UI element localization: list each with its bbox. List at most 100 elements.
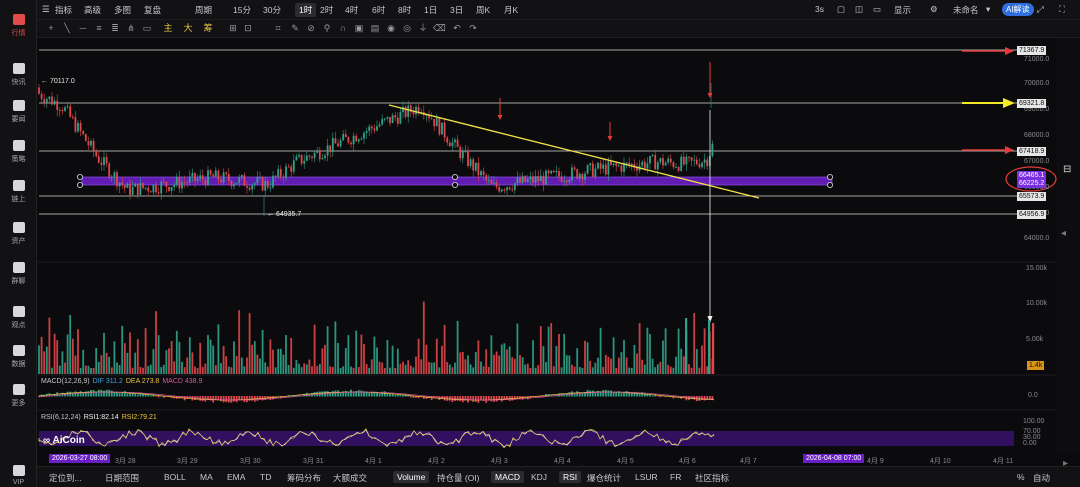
rect-tool-icon[interactable]: ▭: [141, 23, 153, 34]
date-range-button[interactable]: 日期范围: [105, 472, 139, 484]
indicators-button[interactable]: 指标: [55, 4, 72, 16]
interval-tab[interactable]: 2时: [320, 4, 333, 16]
sidebar-item-8[interactable]: 观点: [0, 306, 37, 346]
interval-tab[interactable]: 1日: [424, 4, 437, 16]
interval-tab[interactable]: 月K: [504, 4, 518, 16]
camera-snap-icon[interactable]: ◉: [385, 23, 397, 34]
pen-icon[interactable]: ✎: [289, 23, 301, 34]
ruler-icon[interactable]: ⊞: [227, 23, 239, 34]
channel-tool-icon[interactable]: ≡: [93, 23, 105, 34]
volume-bar: [240, 357, 243, 374]
indicator-tab[interactable]: Volume: [393, 471, 430, 483]
chip-tool-icon[interactable]: 筹: [202, 23, 214, 34]
indicator-tab[interactable]: 爆仓统计: [587, 472, 621, 484]
indicator-tab[interactable]: MA: [200, 472, 213, 482]
interval-tab[interactable]: 30分: [263, 4, 281, 16]
crop-icon[interactable]: ⌗: [272, 23, 284, 34]
big-tool-icon[interactable]: 大: [182, 23, 194, 34]
screenshot-icon[interactable]: ▢: [837, 4, 845, 15]
sidebar-toggle-icon[interactable]: ☰: [42, 4, 50, 15]
panel-toggle-icon[interactable]: ⊟: [1063, 164, 1071, 175]
indicator-tab[interactable]: TD: [260, 472, 271, 482]
multi-chart-button[interactable]: 多图: [114, 4, 131, 16]
lock-icon[interactable]: ▣: [353, 23, 365, 34]
hline-tool-icon[interactable]: ─: [77, 23, 89, 34]
redo-icon[interactable]: ↷: [467, 23, 479, 34]
sidebar-item-7[interactable]: 群聊: [0, 262, 37, 302]
indicator-tab[interactable]: 筹码分布: [287, 472, 321, 484]
indicator-tab[interactable]: 持仓量 (OI): [437, 472, 480, 484]
refresh-rate[interactable]: 3s: [815, 4, 824, 14]
layout-icon[interactable]: ▭: [873, 4, 881, 15]
indicator-tab[interactable]: MACD: [491, 471, 525, 483]
measure-icon[interactable]: ⊘: [305, 23, 317, 34]
volume-bar: [103, 332, 105, 374]
sidebar-item-2[interactable]: 快讯: [0, 63, 37, 103]
indicator-tab[interactable]: KDJ: [531, 472, 547, 482]
auto-scale-toggle[interactable]: 自动: [1033, 472, 1050, 484]
undo-icon[interactable]: ↶: [451, 23, 463, 34]
line-tool-icon[interactable]: ╲: [61, 23, 73, 34]
volume-bar: [649, 334, 651, 374]
volume-bar: [134, 352, 137, 374]
sidebar-item-10[interactable]: 更多: [0, 384, 37, 424]
advanced-button[interactable]: 高级: [84, 4, 101, 16]
indicator-tab[interactable]: FR: [670, 472, 681, 482]
volume-bar: [253, 341, 256, 374]
volume-bar: [485, 349, 488, 374]
display-button[interactable]: 显示: [894, 4, 911, 16]
pitchfork-tool-icon[interactable]: ⋔: [125, 23, 137, 34]
time-axis[interactable]: 2026-03-27 08:00 2026-04-08 07:00 3月 28 3月 …: [37, 453, 1057, 466]
settings-icon[interactable]: ⚙: [930, 4, 938, 15]
interval-tab[interactable]: 4时: [345, 4, 358, 16]
indicator-tab[interactable]: 大额成交: [333, 472, 367, 484]
trash-icon[interactable]: ⌫: [433, 23, 446, 34]
candle-body: [43, 98, 46, 103]
sidebar-item-4[interactable]: 策略: [0, 140, 37, 180]
interval-tab[interactable]: 周K: [476, 4, 490, 16]
collapse-left-icon[interactable]: ◂: [1061, 228, 1066, 239]
cursor-icon[interactable]: +: [45, 23, 57, 34]
fib-tool-icon[interactable]: ≣: [109, 23, 121, 34]
eye-icon[interactable]: ◎: [401, 23, 413, 34]
price-axis-tick: 68000.0: [1024, 132, 1050, 139]
candlestick-chart[interactable]: [37, 38, 1057, 453]
sidebar-item-6[interactable]: 资产: [0, 222, 37, 262]
indicator-tab[interactable]: 社区指标: [695, 472, 729, 484]
interval-tab[interactable]: 1时: [295, 3, 317, 17]
sidebar-item-9[interactable]: 数据: [0, 345, 37, 385]
master-tool-icon[interactable]: 主: [162, 23, 174, 34]
layout-name-select[interactable]: 未命名: [953, 4, 979, 16]
interval-tab[interactable]: 6时: [372, 4, 385, 16]
table-icon[interactable]: ▤: [369, 23, 381, 34]
camera-icon[interactable]: ◫: [855, 4, 863, 15]
interval-tab[interactable]: 3日: [450, 4, 463, 16]
chevron-down-icon[interactable]: ▾: [986, 4, 990, 15]
interval-tab[interactable]: 8时: [398, 4, 411, 16]
indicator-tab[interactable]: BOLL: [164, 472, 186, 482]
volume-bar: [342, 366, 345, 374]
filter-icon[interactable]: ⏚: [417, 23, 429, 34]
indicator-tab[interactable]: LSUR: [635, 472, 658, 482]
indicator-tab[interactable]: RSI: [559, 471, 582, 483]
indicator-tab[interactable]: EMA: [227, 472, 245, 482]
percent-toggle[interactable]: %: [1017, 472, 1025, 482]
zone-handle: [451, 181, 458, 188]
ai-interpret-button[interactable]: AI解读: [1002, 3, 1034, 16]
magnet-icon[interactable]: ∩: [337, 23, 349, 34]
fullscreen-icon[interactable]: ⛶: [1059, 4, 1065, 15]
candle-body: [435, 118, 438, 127]
locate-button[interactable]: 定位到...: [49, 472, 82, 484]
interval-tab[interactable]: 15分: [233, 4, 251, 16]
sidebar-item-11[interactable]: VIP: [0, 465, 37, 487]
sidebar-item-1[interactable]: 行情: [0, 14, 37, 54]
expand-icon[interactable]: ⤢: [1037, 4, 1044, 15]
sidebar-item-5[interactable]: 链上: [0, 180, 37, 220]
candle-body: [256, 177, 259, 184]
zoom-icon[interactable]: ⚲: [321, 23, 333, 34]
sidebar-item-3[interactable]: 要闻: [0, 100, 37, 140]
period-button[interactable]: 周期: [195, 4, 212, 16]
replay-button[interactable]: 复盘: [144, 4, 161, 16]
chart-area[interactable]: ← 70117.0 ← 64935.7 71000.0 70000.0 69000.0 6…: [37, 38, 1057, 453]
pattern-icon[interactable]: ⊡: [242, 23, 254, 34]
